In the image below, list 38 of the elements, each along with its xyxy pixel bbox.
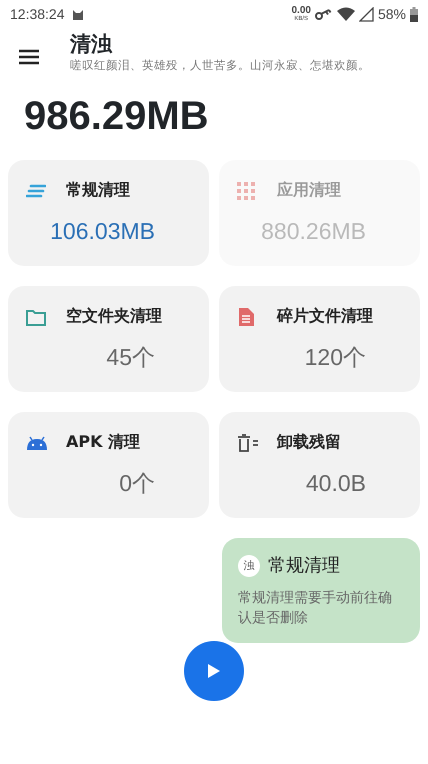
key-icon [314,8,333,20]
signal-icon [358,6,374,22]
card-title: 碎片文件清理 [277,305,373,328]
card-value: 106.03MB [50,218,155,244]
card-value: 0个 [119,470,155,496]
card-value: 880.26MB [261,218,366,244]
total-size: 986.29MB [23,93,210,140]
document-icon [237,307,255,328]
clean-card[interactable]: APK 清理 0个 [8,412,209,518]
card-title: 卸载残留 [277,431,341,454]
app-title: 清浊 [70,32,114,58]
clean-card[interactable]: 碎片文件清理 120个 [219,286,420,392]
card-title: 应用清理 [277,179,341,202]
card-title: 常规清理 [66,179,130,202]
app-subtitle: 嗟叹红颜泪、英雄殁，人世苦多。山河永寂、怎堪欢颜。 [70,57,370,74]
toast-message: 常规清理需要手动前往确认是否删除 [238,589,393,628]
app-badge: 浊 [238,554,260,577]
battery-icon [410,6,418,22]
card-title: APK 清理 [66,431,140,454]
card-value: 120个 [304,344,366,370]
cat-icon [70,7,84,21]
lines-icon [26,184,46,198]
network-speed: 0.00 [292,6,311,16]
card-value: 45个 [106,344,155,370]
clean-card[interactable]: 空文件夹清理 45个 [8,286,209,392]
clean-card[interactable]: 常规清理 106.03MB [8,160,209,266]
wifi-icon [336,7,355,21]
folder-icon [26,308,46,326]
play-icon [207,662,221,679]
toast-title: 常规清理 [268,554,340,578]
trash-icon [237,434,259,452]
status-time: 12:38:24 [10,4,64,24]
card-title: 空文件夹清理 [66,305,162,328]
android-icon [26,436,48,450]
card-value: 40.0B [306,470,366,496]
battery-level: 58% [378,4,406,24]
clean-card[interactable]: 卸载残留 40.0B [219,412,420,518]
grid-icon [237,182,255,200]
